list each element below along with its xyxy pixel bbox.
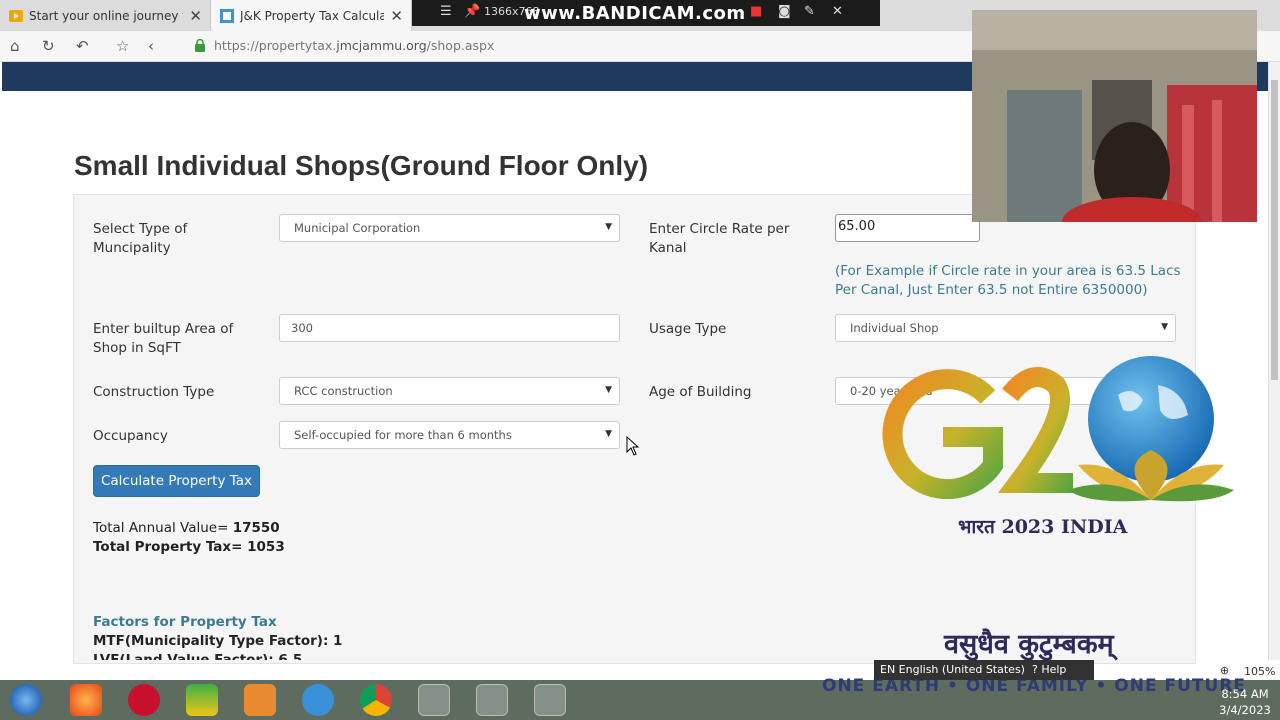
home-icon[interactable]: ⌂: [10, 37, 20, 55]
recorder-toolbar: ☰ 📌 1366x768 www.BANDICAM.com ■ ◙ ✎ ✕: [412, 0, 880, 26]
factor-lvf: LVF(Land Value Factor): 6.5: [93, 652, 303, 660]
occupancy-select[interactable]: Self-occupied for more than 6 months ▼: [279, 421, 620, 449]
menu-icon[interactable]: ☰: [440, 4, 452, 19]
language-bar[interactable]: EN English (United States) ? Help: [874, 660, 1094, 680]
tab-property-tax[interactable]: J&K Property Tax Calculator ✕: [210, 0, 412, 31]
property-tax-result: Total Property Tax= 1053: [93, 539, 285, 555]
tab-title: J&K Property Tax Calculator: [240, 8, 385, 23]
chrome-icon[interactable]: [360, 684, 392, 716]
windows-update-icon[interactable]: [186, 684, 218, 716]
uc-browser-icon[interactable]: [418, 684, 450, 716]
pin-icon[interactable]: 📌: [464, 4, 480, 19]
opera-icon[interactable]: [128, 684, 160, 716]
chevron-down-icon: ▼: [605, 429, 612, 439]
page-title: Small Individual Shops(Ground Floor Only…: [74, 150, 649, 181]
screen-capture-icon[interactable]: [476, 684, 508, 716]
close-icon[interactable]: ✕: [832, 4, 843, 19]
circle-rate-hint: (For Example if Circle rate in your area…: [835, 263, 1181, 298]
back-icon[interactable]: ‹: [148, 37, 154, 55]
tab-title: Start your online journey from: [29, 8, 183, 23]
factors-heading: Factors for Property Tax: [93, 614, 277, 630]
circle-rate-label: Enter Circle Rate per Kanal: [649, 221, 790, 256]
factor-mtf: MTF(Municipality Type Factor): 1: [93, 633, 343, 649]
url-field[interactable]: https://propertytax.jmcjammu.org/shop.as…: [214, 38, 494, 53]
firefox-icon[interactable]: [70, 684, 102, 716]
area-label: Enter builtup Area of Shop in SqFT: [93, 321, 234, 356]
media-player-icon[interactable]: [244, 684, 276, 716]
usage-select[interactable]: Individual Shop ▼: [835, 314, 1176, 342]
bandicam-watermark: www.BANDICAM.com: [524, 3, 746, 24]
chevron-down-icon: ▼: [605, 222, 612, 232]
close-tab-icon[interactable]: ✕: [390, 7, 403, 25]
camera-icon[interactable]: ◙: [778, 4, 791, 19]
chevron-down-icon: ▼: [1161, 322, 1168, 332]
circle-rate-input[interactable]: 65.00: [835, 214, 980, 242]
g20-subtitle: भारत 2023 INDIA: [958, 516, 1128, 538]
zoom-level: 105%: [1244, 665, 1276, 678]
scrollbar-thumb[interactable]: [1271, 80, 1278, 380]
stop-icon[interactable]: ■: [750, 4, 762, 19]
close-tab-icon[interactable]: ✕: [189, 7, 202, 25]
municipality-label: Select Type of Muncipality: [93, 221, 188, 256]
system-clock[interactable]: 8:54 AM 3/4/2023: [1212, 686, 1278, 718]
pencil-icon[interactable]: ✎: [804, 4, 815, 19]
lock-icon: [195, 39, 205, 52]
presentation-icon[interactable]: [534, 684, 566, 716]
help-icon[interactable]: ?: [1032, 663, 1038, 676]
area-input[interactable]: 300: [279, 314, 620, 342]
page-scrollbar[interactable]: [1268, 62, 1280, 660]
undo-icon[interactable]: ↶: [76, 37, 89, 55]
clock-date: 3/4/2023: [1219, 703, 1271, 717]
annual-value-result: Total Annual Value= 17550: [93, 520, 280, 536]
age-label: Age of Building: [649, 384, 752, 400]
g20-logo-icon: भारत 2023 INDIA: [882, 356, 1234, 538]
construction-select[interactable]: RCC construction ▼: [279, 377, 620, 405]
construction-label: Construction Type: [93, 384, 215, 400]
reload-icon[interactable]: ↻: [42, 37, 55, 55]
youtube-icon: [9, 9, 23, 22]
webcam-feed-icon: [972, 10, 1257, 222]
vasudhaiva-text: वसुधैव कुटुम्बकम्: [944, 629, 1114, 660]
usage-label: Usage Type: [649, 321, 727, 337]
occupancy-label: Occupancy: [93, 428, 168, 444]
site-favicon-icon: [220, 8, 234, 23]
start-button-icon[interactable]: [10, 684, 42, 716]
webcam-overlay: [972, 10, 1257, 222]
chevron-down-icon: ▼: [605, 385, 612, 395]
zoom-icon[interactable]: ⊕: [1220, 664, 1229, 677]
municipality-select[interactable]: Municipal Corporation ▼: [279, 214, 620, 242]
clock-time: 8:54 AM: [1221, 687, 1269, 701]
mouse-cursor-icon: [626, 436, 640, 456]
tab-start-journey[interactable]: Start your online journey from ✕: [0, 0, 210, 31]
system-tray: ⊕ 105%: [1100, 662, 1280, 680]
internet-explorer-icon[interactable]: [302, 684, 334, 716]
star-icon[interactable]: ☆: [116, 37, 129, 55]
calculate-button[interactable]: Calculate Property Tax: [93, 465, 260, 497]
